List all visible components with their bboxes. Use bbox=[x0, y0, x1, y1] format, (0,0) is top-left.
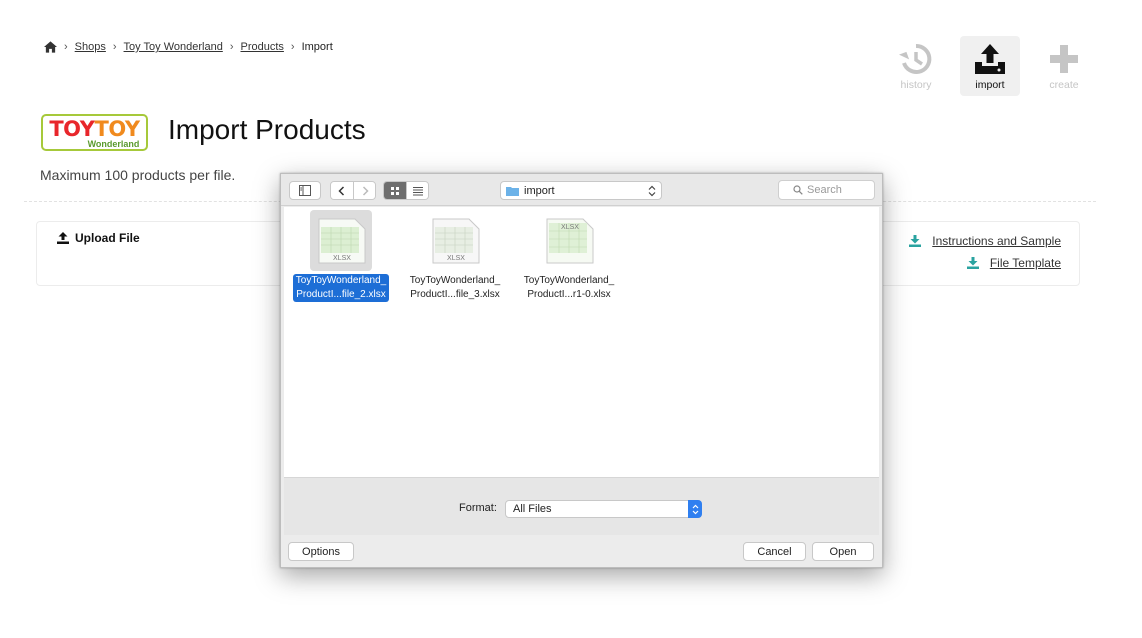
history-icon bbox=[899, 43, 932, 74]
page-subtitle: Maximum 100 products per file. bbox=[40, 167, 236, 183]
page-actions: history import create bbox=[886, 36, 1108, 96]
shop-logo: TOYTOY Wonderland bbox=[41, 114, 148, 151]
search-placeholder: Search bbox=[807, 184, 842, 196]
breadcrumb-separator: › bbox=[112, 41, 117, 53]
file-thumbnail: XLSX bbox=[310, 210, 372, 271]
search-input[interactable]: Search bbox=[778, 180, 875, 200]
history-button[interactable]: history bbox=[886, 36, 946, 96]
file-item[interactable]: XLSX ToyToyWonderland_ ProductI...file_3.… bbox=[400, 207, 510, 302]
open-button[interactable]: Open bbox=[812, 542, 874, 561]
instructions-row: Instructions and Sample bbox=[909, 234, 1061, 248]
chevron-right-icon bbox=[362, 185, 369, 196]
forward-button[interactable] bbox=[353, 182, 375, 199]
xlsx-file-icon: XLSX bbox=[432, 218, 480, 263]
home-icon[interactable] bbox=[44, 41, 57, 53]
select-arrows-icon bbox=[688, 500, 702, 518]
location-dropdown[interactable]: import bbox=[500, 181, 662, 200]
breadcrumb: › Shops › Toy Toy Wonderland › Products … bbox=[44, 41, 333, 53]
upload-file-label: Upload File bbox=[75, 231, 140, 245]
svg-text:XLSX: XLSX bbox=[447, 255, 465, 262]
view-mode-control bbox=[383, 181, 429, 200]
create-button[interactable]: create bbox=[1034, 36, 1094, 96]
location-label: import bbox=[524, 184, 555, 197]
cancel-button[interactable]: Cancel bbox=[743, 542, 806, 561]
back-forward-control bbox=[330, 181, 376, 200]
breadcrumb-separator: › bbox=[229, 41, 234, 53]
plus-icon bbox=[1050, 45, 1078, 73]
template-row: File Template bbox=[909, 256, 1061, 270]
upload-tray-icon bbox=[975, 44, 1005, 74]
breadcrumb-shops-link[interactable]: Shops bbox=[75, 41, 106, 53]
file-open-dialog: import Search XLSX ToyToyWonderland_ Pro… bbox=[280, 173, 883, 568]
file-thumbnail: XLSX bbox=[424, 210, 486, 271]
breadcrumb-separator: › bbox=[64, 41, 68, 53]
sidebar-icon bbox=[299, 185, 311, 196]
file-browser: XLSX ToyToyWonderland_ ProductI...file_2.… bbox=[284, 207, 879, 477]
upload-icon bbox=[57, 232, 69, 244]
breadcrumb-separator: › bbox=[290, 41, 295, 53]
sidebar-toggle-button[interactable] bbox=[289, 181, 321, 200]
import-label: import bbox=[975, 79, 1005, 91]
format-bar: Format: All Files bbox=[284, 477, 879, 535]
options-button[interactable]: Options bbox=[288, 542, 354, 561]
chevron-left-icon bbox=[338, 185, 345, 196]
format-select[interactable]: All Files bbox=[505, 500, 702, 518]
breadcrumb-current: Import bbox=[301, 41, 333, 53]
list-view-button[interactable] bbox=[406, 182, 428, 199]
download-icon bbox=[966, 257, 979, 269]
upload-file-button[interactable]: Upload File bbox=[57, 231, 140, 245]
search-icon bbox=[793, 185, 803, 195]
history-label: history bbox=[900, 79, 932, 91]
folder-icon bbox=[506, 186, 519, 196]
list-icon bbox=[412, 186, 423, 195]
grid-icon bbox=[391, 186, 399, 195]
file-name: ToyToyWonderland_ ProductI...r1-0.xlsx bbox=[523, 275, 615, 300]
format-value: All Files bbox=[513, 503, 552, 515]
svg-text:XLSX: XLSX bbox=[561, 224, 579, 231]
xlsx-file-icon: XLSX bbox=[318, 218, 366, 263]
download-links: Instructions and Sample File Template bbox=[909, 234, 1061, 278]
icon-view-button[interactable] bbox=[384, 182, 406, 199]
file-item[interactable]: XLSX ToyToyWonderland_ ProductI...file_2.… bbox=[286, 207, 396, 302]
breadcrumb-products-link[interactable]: Products bbox=[240, 41, 283, 53]
download-icon bbox=[909, 235, 922, 247]
page-title: Import Products bbox=[168, 114, 366, 145]
xlsx-file-icon: XLSX bbox=[546, 218, 594, 263]
file-name: ToyToyWonderland_ ProductI...file_2.xlsx bbox=[292, 274, 390, 302]
file-item[interactable]: XLSX ToyToyWonderland_ ProductI...r1-0.xl… bbox=[514, 207, 624, 302]
import-button[interactable]: import bbox=[960, 36, 1020, 96]
dialog-toolbar: import Search bbox=[281, 174, 882, 206]
back-button[interactable] bbox=[331, 182, 353, 199]
svg-text:XLSX: XLSX bbox=[333, 255, 351, 262]
breadcrumb-shop-link[interactable]: Toy Toy Wonderland bbox=[124, 41, 223, 53]
file-template-link[interactable]: File Template bbox=[990, 256, 1061, 270]
format-label: Format: bbox=[459, 502, 497, 514]
instructions-link[interactable]: Instructions and Sample bbox=[932, 234, 1061, 248]
up-down-arrows-icon bbox=[648, 185, 656, 197]
file-thumbnail: XLSX bbox=[538, 210, 600, 271]
create-label: create bbox=[1049, 79, 1079, 91]
file-name: ToyToyWonderland_ ProductI...file_3.xlsx bbox=[409, 275, 501, 300]
